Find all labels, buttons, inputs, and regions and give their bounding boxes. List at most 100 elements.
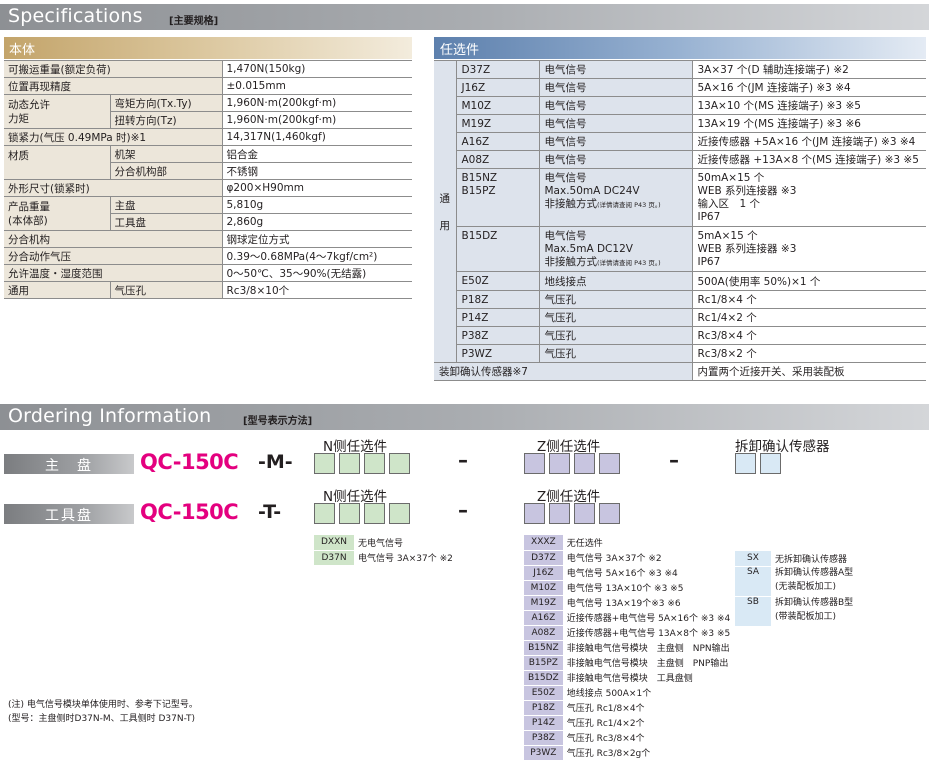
model-number: QC-150C xyxy=(140,450,239,474)
separator-dash: – xyxy=(458,498,468,522)
list-item: P14Z 气压孔 Rc1/4×2个 xyxy=(524,715,734,731)
z-option-box xyxy=(599,503,620,524)
specifications-header: Specifications [主要规格] xyxy=(0,4,929,30)
code-desc: 非接触电气信号模块 主盘侧 NPN输出 xyxy=(566,644,730,654)
n-option-box xyxy=(389,503,410,524)
n-side-header: N侧任选件 xyxy=(323,489,388,505)
spec-value: 0～50℃、35～90%(无结露) xyxy=(221,264,412,282)
code-desc: 电气信号 3A×37个 ※2 xyxy=(358,554,453,564)
specifications-title: Specifications xyxy=(8,5,143,27)
option-code: P14Z xyxy=(455,308,539,327)
list-item: SA 拆卸确认传感器A型 (无装配板加工) xyxy=(735,566,857,597)
option-spec: 500A(使用率 50%)×1 个 xyxy=(691,271,926,291)
option-type: 电气信号 xyxy=(538,150,692,169)
option-spec-line4: IP67 xyxy=(697,211,721,223)
option-type: 电气信号 xyxy=(538,78,692,97)
sensor-header: 拆卸确认传感器 xyxy=(735,439,830,455)
option-type: 电气信号 Max.50mA DC24V 非接触方式(详情请查阅 P43 页。) xyxy=(538,168,692,227)
body-section-label: 本体 xyxy=(9,43,36,58)
table-row: B15DZ 电气信号 Max.5mA DC12V 非接触方式(详情请查阅 P43 页… xyxy=(434,226,926,272)
z-side-header: Z侧任选件 xyxy=(537,439,601,455)
option-code: J16Z xyxy=(455,78,539,97)
spec-value: 1,470N(150kg) xyxy=(221,60,412,78)
code-desc: 非接触电气信号模块 主盘侧 PNP输出 xyxy=(566,659,729,669)
option-code-line1: B15NZ xyxy=(461,172,498,184)
option-type: 电气信号 xyxy=(538,132,692,151)
master-plate-text: 主 盘 xyxy=(45,458,93,474)
option-code: B15NZ B15PZ xyxy=(455,168,539,227)
option-type-line1: 电气信号 xyxy=(544,172,587,184)
code-key: E50Z xyxy=(524,685,563,701)
option-type-line1: 电气信号 xyxy=(544,230,587,242)
list-item: XXXZ 无任选件 xyxy=(524,535,734,551)
list-item: D37N 电气信号 3A×37个 ※2 xyxy=(314,550,457,566)
code-desc: 近接传感器+电气信号 5A×16个 ※3 ※4 xyxy=(566,614,731,624)
option-type-note: (详情请查阅 P43 页。) xyxy=(597,201,661,209)
code-desc: 拆卸确认传感器A型 (无装配板加工) xyxy=(771,566,857,596)
option-spec: 近接传感器 +5A×16 个(JM 连接端子) ※3 ※4 xyxy=(691,132,926,151)
option-code: M10Z xyxy=(455,96,539,115)
code-desc: 无任选件 xyxy=(566,539,603,549)
spec-label: 允许温度・湿度范围 xyxy=(4,264,222,282)
code-key: M10Z xyxy=(524,580,563,596)
separator-dash: – xyxy=(458,448,468,472)
table-row: 分合机构 钢球定位方式 xyxy=(4,230,412,248)
separator-dash: – xyxy=(669,448,679,472)
table-row: P38Z 气压孔 Rc3/8×4 个 xyxy=(434,326,926,345)
option-spec-line2: WEB 系列连接器 ※3 xyxy=(697,243,797,255)
code-desc: 气压孔 Rc3/8×2g个 xyxy=(566,749,651,759)
n-option-box xyxy=(389,453,410,474)
spec-sublabel: 弯矩方向(Tx.Ty) xyxy=(109,94,222,112)
spec-sublabel: 工具盘 xyxy=(109,213,222,231)
code-key: P3WZ xyxy=(524,745,563,761)
code-key: A08Z xyxy=(524,625,563,641)
z-option-box xyxy=(599,453,620,474)
master-plate-label: 主 盘 xyxy=(4,454,134,474)
spec-label: 分合动作气压 xyxy=(4,247,222,265)
n-option-box xyxy=(364,453,385,474)
table-row: 锁紧力(气压 0.49MPa 时)※1 14,317N(1,460kgf) xyxy=(4,128,412,146)
option-code: E50Z xyxy=(455,271,539,291)
option-type-line2: Max.50mA DC24V xyxy=(544,185,640,197)
code-key: M19Z xyxy=(524,595,563,611)
n-option-box xyxy=(314,453,335,474)
table-row: 通用 气压孔 Rc3/8×10个 xyxy=(4,281,412,299)
list-item: M10Z 电气信号 13A×10个 ※3 ※5 xyxy=(524,580,734,596)
z-option-box xyxy=(524,503,545,524)
table-row: A08Z 电气信号 近接传感器 +13A×8 个(MS 连接端子) ※3 ※5 xyxy=(434,150,926,169)
code-desc-line1: 拆卸确认传感器A型 xyxy=(775,568,854,578)
option-spec: 5A×16 个(JM 连接端子) ※3 ※4 xyxy=(691,78,926,97)
option-spec: Rc3/8×2 个 xyxy=(691,344,926,363)
n-code-list: DXXN 无电气信号 D37N 电气信号 3A×37个 ※2 xyxy=(314,535,457,566)
option-type: 电气信号 xyxy=(538,60,692,79)
spec-sublabel: 分合机构部 xyxy=(109,162,222,180)
spec-value: 0.39～0.68MPa(4～7kgf/cm²) xyxy=(221,247,412,265)
list-item: DXXN 无电气信号 xyxy=(314,535,457,551)
table-row: P3WZ 气压孔 Rc3/8×2 个 xyxy=(434,344,926,363)
option-type: 电气信号 Max.5mA DC12V 非接触方式(详情请查阅 P43 页。) xyxy=(538,226,692,272)
spec-value: 铝合金 xyxy=(221,145,412,163)
list-item: B15PZ 非接触电气信号模块 主盘侧 PNP输出 xyxy=(524,655,734,671)
code-desc-line2: (无装配板加工) xyxy=(775,582,837,592)
z-code-list: XXXZ 无任选件 D37Z 电气信号 3A×37个 ※2 J16Z 电气信号 5A×… xyxy=(524,535,734,761)
z-option-box xyxy=(549,503,570,524)
code-key: DXXN xyxy=(314,535,354,551)
sensor-code-list: SX 无拆卸确认传感器 SA 拆卸确认传感器A型 (无装配板加工) SB 拆卸确认传感器… xyxy=(735,551,857,627)
code-desc-line2: (带装配板加工) xyxy=(775,612,837,622)
list-item: SX 无拆卸确认传感器 xyxy=(735,551,857,567)
code-desc: 近接传感器+电气信号 13A×8个 ※3 ※5 xyxy=(566,629,731,639)
code-key: A16Z xyxy=(524,610,563,626)
option-type: 电气信号 xyxy=(538,96,692,115)
option-type: 气压孔 xyxy=(538,344,692,363)
spec-label-line1: 产品重量 xyxy=(8,200,50,213)
table-row: P18Z 气压孔 Rc1/8×4 个 xyxy=(434,290,926,309)
option-spec: 5mA×15 个 WEB 系列连接器 ※3 IP67 xyxy=(691,226,926,272)
code-key: XXXZ xyxy=(524,535,563,551)
option-code: A08Z xyxy=(455,150,539,169)
table-row: 产品重量 (本体部) 主盘 5,810g xyxy=(4,196,412,231)
option-spec-line3: 输入区 1 个 xyxy=(697,198,761,210)
option-type: 气压孔 xyxy=(538,308,692,327)
table-row: 外形尺寸(锁紧时) φ200×H90mm xyxy=(4,179,412,197)
option-type-note: (详情请查阅 P43 页。) xyxy=(597,259,661,267)
general-use-char2: 用 xyxy=(439,219,451,232)
